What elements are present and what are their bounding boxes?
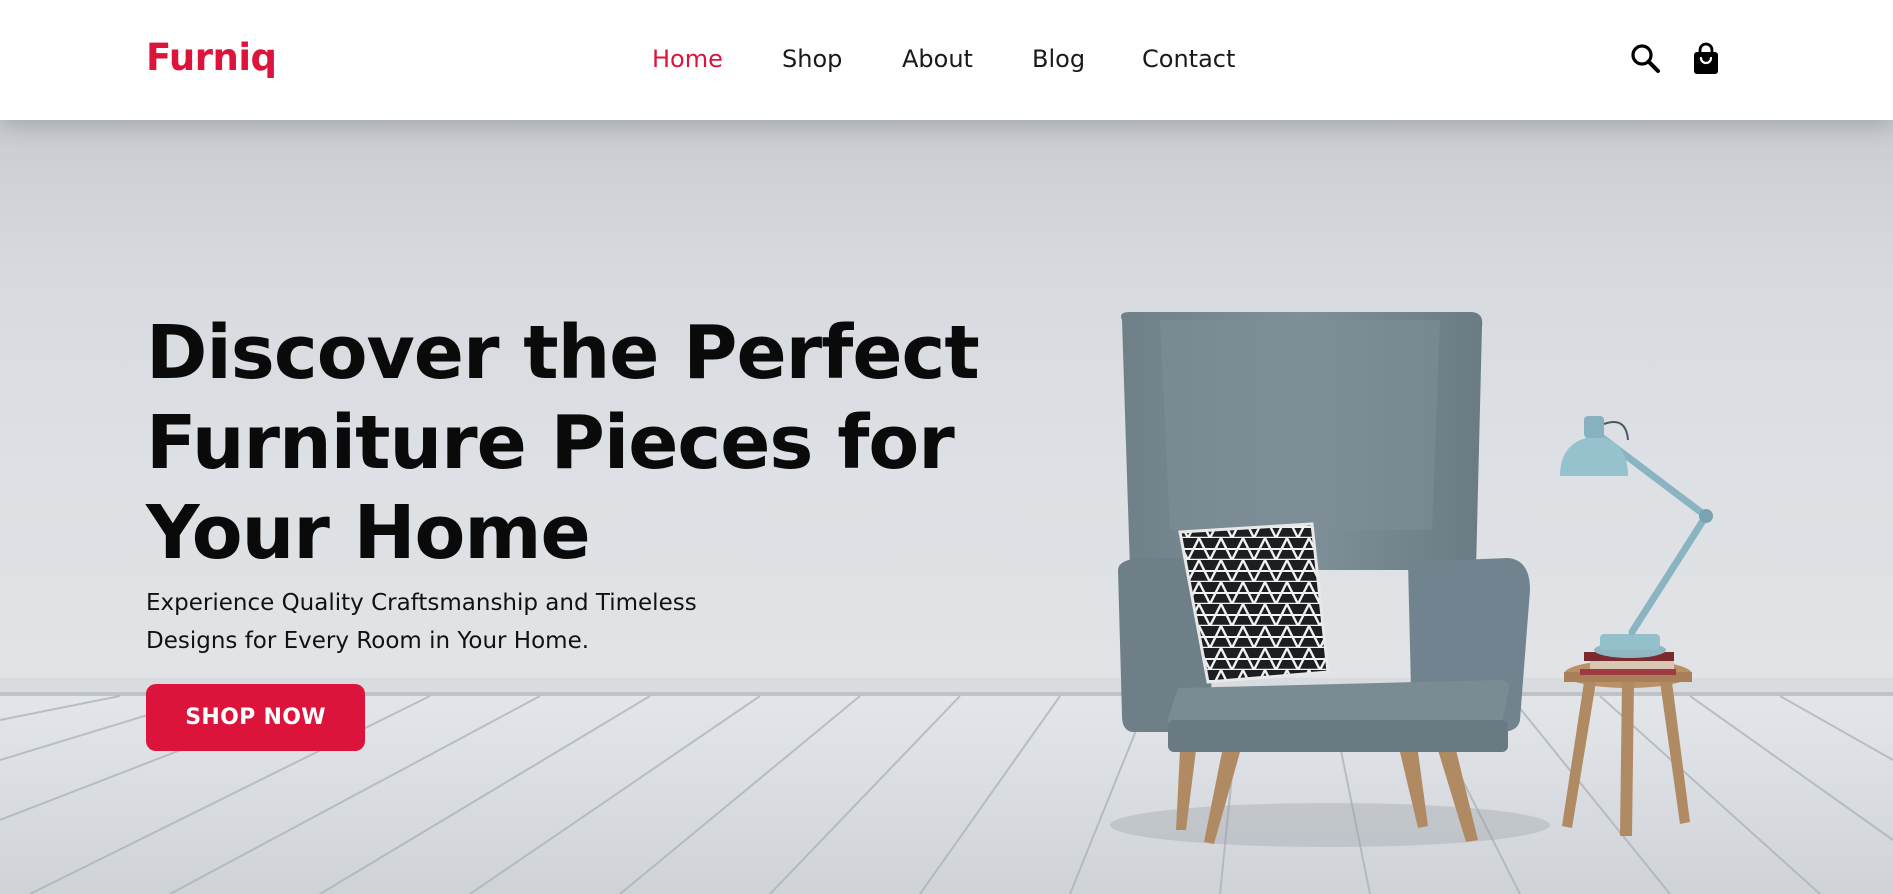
- site-header: Furniq Home Shop About Blog Contact: [0, 0, 1893, 120]
- hero-headline-line: Your Home: [146, 490, 591, 576]
- hero-subtext-line: Designs for Every Room in Your Home.: [146, 628, 590, 654]
- search-icon[interactable]: [1629, 42, 1663, 76]
- hero-headline-line: Discover the Perfect: [146, 310, 980, 396]
- hero-headline-line: Furniture Pieces for: [146, 400, 955, 486]
- hero-headline: Discover the Perfect Furniture Pieces fo…: [146, 308, 1046, 578]
- shopping-bag-icon[interactable]: [1689, 42, 1723, 76]
- nav-item-blog[interactable]: Blog: [1032, 45, 1085, 73]
- hero-subtext-line: Experience Quality Craftsmanship and Tim…: [146, 590, 697, 616]
- nav-item-about[interactable]: About: [902, 45, 973, 73]
- brand-logo[interactable]: Furniq: [146, 36, 277, 79]
- nav-item-home[interactable]: Home: [652, 45, 723, 73]
- shop-now-button[interactable]: SHOP NOW: [146, 684, 365, 751]
- nav-item-shop[interactable]: Shop: [782, 45, 842, 73]
- hero-subtext: Experience Quality Craftsmanship and Tim…: [146, 584, 786, 660]
- nav-item-contact[interactable]: Contact: [1142, 45, 1235, 73]
- hero-section: Discover the Perfect Furniture Pieces fo…: [0, 120, 1893, 894]
